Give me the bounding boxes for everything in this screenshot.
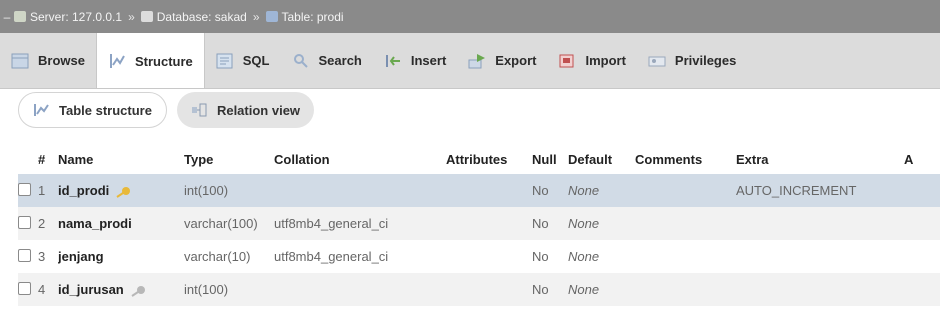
column-name: id_jurusan: [58, 282, 124, 297]
breadcrumb-server[interactable]: Server: 127.0.0.1: [14, 10, 122, 24]
primary-key-icon: [116, 186, 131, 198]
header-collation: Collation: [274, 152, 330, 167]
structure-icon: [109, 54, 125, 68]
export-icon: [468, 53, 486, 68]
column-default: None: [568, 207, 635, 240]
insert-icon: [385, 54, 400, 67]
table-row[interactable]: 1 id_prodi int(100) No None AUTO_INCREME…: [18, 174, 940, 207]
column-type: int(100): [184, 174, 274, 207]
table-header: # Name Type Collation Attributes Null De…: [18, 145, 940, 174]
header-type: Type: [184, 152, 214, 167]
column-comments: [635, 240, 736, 273]
breadcrumb-table[interactable]: Table: prodi: [265, 10, 344, 24]
tab-privileges[interactable]: Privileges: [637, 33, 747, 88]
column-collation: utf8mb4_general_ci: [274, 240, 446, 273]
browse-icon: [11, 53, 29, 68]
column-attributes: [446, 174, 532, 207]
column-extra: [736, 240, 904, 273]
column-default: None: [568, 273, 635, 306]
column-name-cell: id_prodi: [58, 174, 184, 207]
row-checkbox[interactable]: [18, 248, 31, 262]
sql-icon: [216, 53, 233, 68]
subtab-table-structure[interactable]: Table structure: [18, 92, 167, 128]
tab-structure[interactable]: Structure: [95, 33, 205, 88]
column-attributes: [446, 273, 532, 306]
main-tabs: Browse Structure SQL Search Insert Expor…: [0, 33, 940, 89]
column-attributes: [446, 207, 532, 240]
header-select: [18, 145, 38, 174]
table-row[interactable]: 3 jenjang varchar(10) utf8mb4_general_ci…: [18, 240, 940, 273]
tab-sql[interactable]: SQL: [205, 33, 281, 88]
column-null: No: [532, 273, 568, 306]
column-null: No: [532, 207, 568, 240]
collapse-dash[interactable]: –: [0, 10, 14, 24]
column-name: jenjang: [58, 240, 184, 273]
subtab-relation-view[interactable]: Relation view: [176, 92, 315, 128]
server-icon: [14, 11, 26, 22]
tab-browse[interactable]: Browse: [0, 33, 96, 88]
table-row[interactable]: 2 nama_prodi varchar(100) utf8mb4_genera…: [18, 207, 940, 240]
row-checkbox[interactable]: [18, 215, 31, 229]
row-checkbox[interactable]: [18, 182, 31, 196]
breadcrumb-database[interactable]: Database: sakad: [140, 10, 247, 24]
column-comments: [635, 207, 736, 240]
column-null: No: [532, 174, 568, 207]
column-name: nama_prodi: [58, 207, 184, 240]
row-number: 2: [38, 207, 58, 240]
column-type: varchar(10): [184, 240, 274, 273]
column-null: No: [532, 240, 568, 273]
column-extra: [736, 273, 904, 306]
header-default: Default: [568, 152, 613, 167]
index-key-icon: [131, 285, 145, 297]
structure-table: # Name Type Collation Attributes Null De…: [18, 145, 940, 306]
tab-insert[interactable]: Insert: [373, 33, 457, 88]
column-name: id_prodi: [58, 183, 110, 198]
import-icon: [559, 54, 574, 67]
header-comments: Comments: [635, 152, 703, 167]
tab-import[interactable]: Import: [547, 33, 636, 88]
column-extra: AUTO_INCREMENT: [736, 174, 904, 207]
breadcrumb-separator: »: [128, 9, 135, 24]
column-comments: [635, 273, 736, 306]
column-default: None: [568, 174, 635, 207]
header-name[interactable]: Name: [58, 145, 184, 174]
column-extra: [736, 207, 904, 240]
header-attributes: Attributes: [446, 152, 508, 167]
column-collation: [274, 273, 446, 306]
database-icon: [140, 11, 153, 22]
column-attributes: [446, 240, 532, 273]
table-icon: [265, 11, 278, 22]
column-collation: utf8mb4_general_ci: [274, 207, 446, 240]
header-num: #: [38, 152, 46, 167]
header-extra: Extra: [736, 152, 769, 167]
column-collation: [274, 174, 446, 207]
tab-search[interactable]: Search: [281, 33, 373, 88]
table-structure-icon: [34, 104, 49, 116]
header-null: Null: [532, 152, 557, 167]
row-checkbox[interactable]: [18, 281, 31, 295]
column-comments: [635, 174, 736, 207]
column-type: varchar(100): [184, 207, 274, 240]
row-number: 3: [38, 240, 58, 273]
search-icon: [293, 53, 308, 68]
table-row[interactable]: 4 id_jurusan int(100) No None: [18, 273, 940, 306]
relation-view-icon: [191, 103, 207, 117]
breadcrumb-separator: »: [252, 9, 260, 24]
sub-tabs: Table structure Relation view: [18, 92, 315, 128]
column-type: int(100): [184, 273, 274, 306]
breadcrumb: – Server: 127.0.0.1 » Database: sakad » …: [0, 0, 940, 33]
row-number: 1: [38, 174, 58, 207]
tab-export[interactable]: Export: [457, 33, 547, 88]
privileges-icon: [648, 56, 666, 66]
row-number: 4: [38, 273, 58, 306]
column-default: None: [568, 240, 635, 273]
header-action: A: [904, 152, 914, 167]
column-name-cell: id_jurusan: [58, 273, 184, 306]
